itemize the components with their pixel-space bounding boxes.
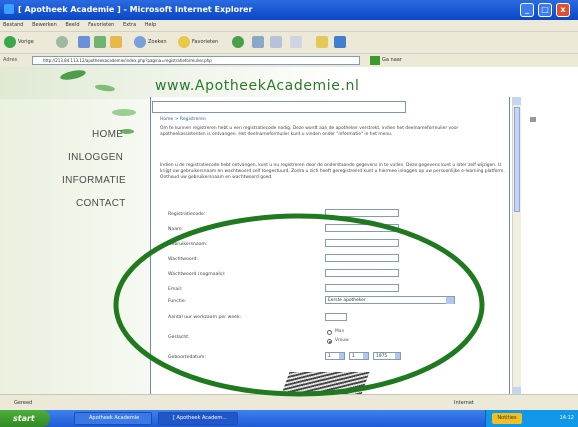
menu-item-favorieten[interactable]: Favorieten — [88, 22, 114, 28]
radio-man-label: Man — [335, 329, 345, 334]
label-uren-per-week: Aantal uur werkzaam per week: — [168, 315, 242, 320]
address-label: Adres — [3, 57, 18, 63]
forward-arrow-icon[interactable] — [56, 36, 68, 48]
print-icon[interactable] — [270, 36, 282, 48]
ie-icon — [4, 4, 14, 14]
start-button[interactable]: start — [0, 410, 50, 427]
menu-item-help[interactable]: Help — [145, 22, 156, 28]
back-label[interactable]: Vorige — [18, 39, 34, 45]
email-input[interactable] — [325, 284, 399, 292]
content-topbox — [152, 101, 406, 113]
label-naam: Naam: — [168, 227, 184, 232]
window-title: [ Apotheek Academie ] - Microsoft Intern… — [18, 5, 253, 14]
pill-icon — [112, 109, 136, 116]
mail-icon[interactable] — [252, 36, 264, 48]
scroll-down-icon[interactable] — [513, 387, 521, 394]
birth-day-select[interactable]: 1 — [325, 352, 345, 360]
tray-notes-app[interactable]: Notities — [492, 413, 522, 424]
browser-toolbar: Vorige Zoeken Favorieten — [0, 31, 578, 53]
system-tray: Notities 14:12 — [485, 410, 578, 427]
birth-month-value: 1 — [352, 354, 355, 359]
stop-icon[interactable] — [78, 36, 90, 48]
radio-vrouw[interactable] — [327, 339, 332, 344]
search-label[interactable]: Zoeken — [148, 39, 167, 45]
label-wachtwoord: Wachtwoord: — [168, 257, 198, 262]
birth-day-value: 1 — [328, 354, 331, 359]
window-titlebar: [ Apotheek Academie ] - Microsoft Intern… — [0, 0, 578, 20]
home-icon[interactable] — [110, 36, 122, 48]
menu-item-bestand[interactable]: Bestand — [3, 22, 23, 28]
taskbar-item[interactable]: Apotheek Academie — [74, 412, 152, 425]
vertical-scrollbar[interactable] — [512, 97, 521, 394]
menu-bar: Bestand Bewerken Beeld Favorieten Extra … — [0, 20, 578, 31]
functie-selected-value: Eerste apotheker — [328, 298, 366, 303]
chevron-down-icon[interactable] — [339, 353, 344, 359]
clock: 14:12 — [559, 415, 574, 421]
wachtwoord-input[interactable] — [325, 254, 399, 262]
nav-inloggen[interactable]: INLOGGEN — [68, 152, 123, 163]
site-logo[interactable]: www.ApotheekAcademie.nl — [155, 78, 360, 94]
menu-item-bewerken[interactable]: Bewerken — [32, 22, 57, 28]
favorites-label[interactable]: Favorieten — [192, 39, 218, 45]
label-functie: Functie: — [168, 299, 187, 304]
chevron-down-icon[interactable] — [363, 353, 368, 359]
scrollbar-thumb[interactable] — [514, 107, 520, 212]
radio-vrouw-label: Vrouw — [335, 338, 349, 343]
birth-year-value: 1975 — [376, 354, 388, 359]
maximize-button[interactable]: □ — [538, 3, 552, 17]
intro-paragraph: Om te kunnen registreren hebt u een regi… — [160, 126, 459, 137]
refresh-icon[interactable] — [94, 36, 106, 48]
footer-image — [280, 372, 370, 394]
favorites-star-icon[interactable] — [178, 36, 190, 48]
go-button[interactable]: Ga naar — [382, 57, 402, 63]
search-icon[interactable] — [134, 36, 146, 48]
uren-per-week-input[interactable] — [325, 313, 347, 321]
minimize-button[interactable]: _ — [520, 3, 534, 17]
chevron-down-icon[interactable] — [395, 353, 400, 359]
edit-icon[interactable] — [290, 36, 302, 48]
label-registratiecode: Registratiecode: — [168, 212, 206, 217]
naam-input[interactable] — [325, 224, 399, 232]
back-arrow-icon[interactable] — [4, 36, 16, 48]
label-email: Email: — [168, 287, 183, 292]
functie-select[interactable]: Eerste apotheker — [325, 296, 455, 304]
messenger-icon[interactable] — [334, 36, 346, 48]
registratiecode-input[interactable] — [325, 209, 399, 217]
birth-year-select[interactable]: 1975 — [373, 352, 401, 360]
scroll-up-icon[interactable] — [513, 97, 521, 105]
chevron-down-icon[interactable] — [446, 297, 454, 304]
breadcrumb[interactable]: Home > Registreren — [160, 117, 206, 122]
status-text: Gereed — [14, 400, 33, 406]
radio-man[interactable] — [327, 330, 332, 335]
go-arrow-icon[interactable] — [370, 56, 380, 65]
nav-contact[interactable]: CONTACT — [76, 198, 126, 209]
print-page-icon[interactable] — [530, 117, 536, 122]
browser-viewport: www.ApotheekAcademie.nl HOME INLOGGEN IN… — [0, 67, 578, 394]
address-input[interactable]: http://213.84.113.12/apotheekacademie/in… — [32, 56, 360, 65]
label-wachtwoord-nogmaals: Wachtwoord (nogmaals): — [168, 272, 226, 277]
status-bar: Gereed Internet — [0, 394, 578, 410]
sidebar-background — [0, 67, 150, 394]
wachtwoord-nogmaals-input[interactable] — [325, 269, 399, 277]
taskbar: start Apotheek Academie [ Apotheek Acade… — [0, 410, 578, 427]
address-bar: Adres http://213.84.113.12/apotheekacade… — [0, 53, 578, 67]
menu-item-extra[interactable]: Extra — [123, 22, 136, 28]
nav-home[interactable]: HOME — [92, 129, 123, 140]
gebruikersnaam-input[interactable] — [325, 239, 399, 247]
folder-icon[interactable] — [316, 36, 328, 48]
close-button[interactable]: x — [556, 3, 570, 17]
nav-informatie[interactable]: INFORMATIE — [62, 175, 126, 186]
security-zone: Internet — [454, 400, 474, 406]
taskbar-item-active[interactable]: [ Apotheek Academ... — [158, 412, 238, 425]
menu-item-beeld[interactable]: Beeld — [65, 22, 79, 28]
label-geslacht: Geslacht: — [168, 335, 190, 340]
instructions-paragraph: Indien u de registratiecode hebt ontvang… — [160, 163, 505, 180]
history-icon[interactable] — [232, 36, 244, 48]
label-gebruikersnaam: Gebruikersnaam: — [168, 242, 208, 247]
label-geboortedatum: Geboortedatum: — [168, 355, 206, 360]
birth-month-select[interactable]: 1 — [349, 352, 369, 360]
